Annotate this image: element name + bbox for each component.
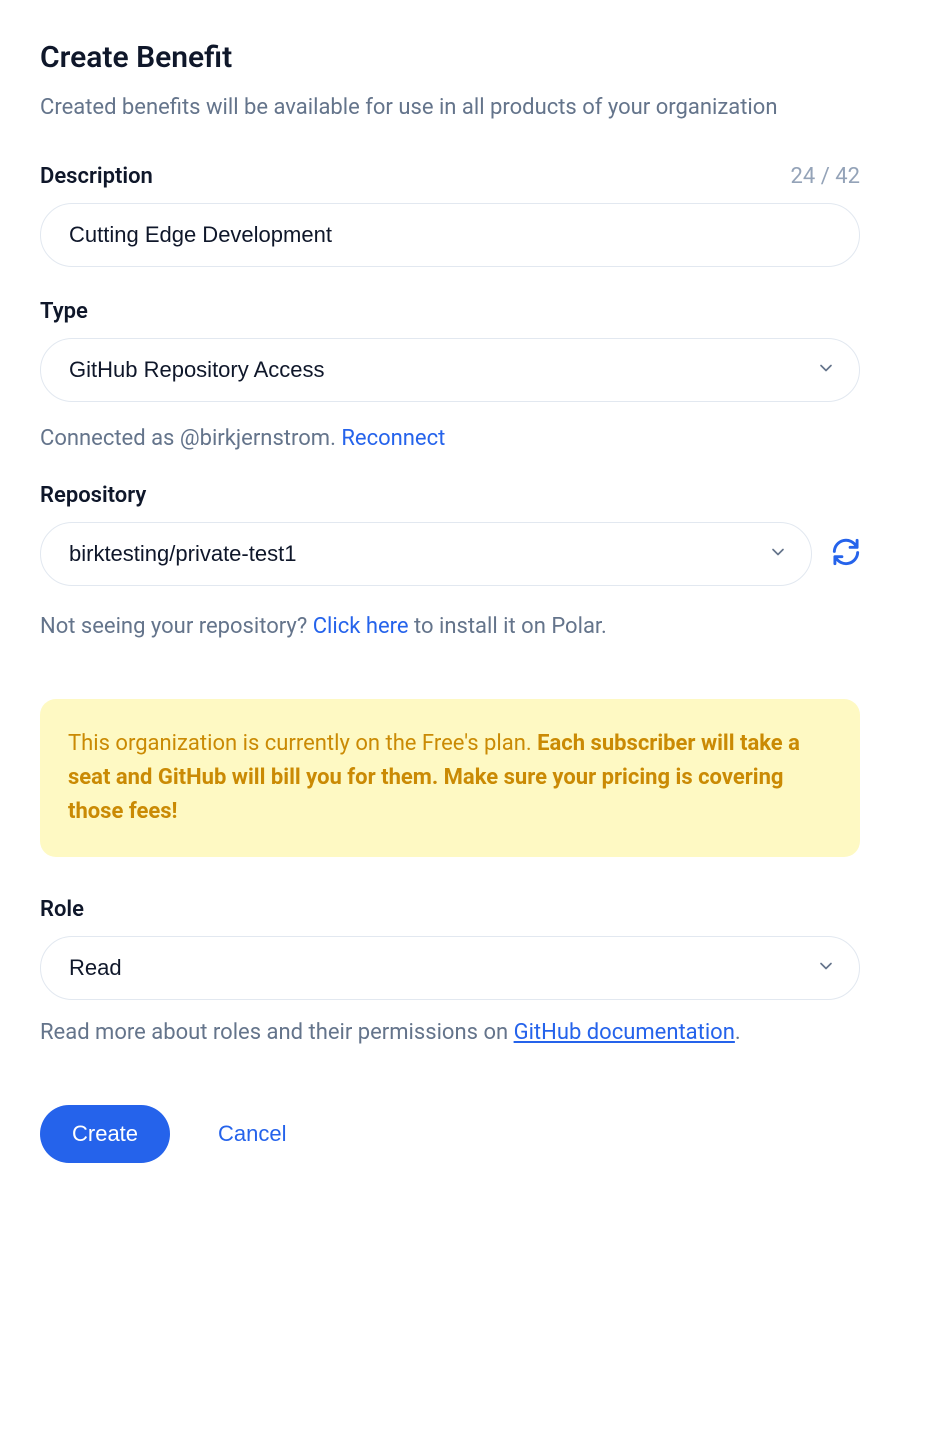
repository-field-group: Repository birktesting/private-test1 Not… bbox=[40, 483, 860, 643]
description-label: Description bbox=[40, 164, 153, 189]
role-helper-prefix: Read more about roles and their permissi… bbox=[40, 1020, 514, 1045]
repository-helper: Not seeing your repository? Click here t… bbox=[40, 610, 860, 643]
refresh-icon[interactable] bbox=[832, 538, 860, 570]
install-link[interactable]: Click here bbox=[313, 614, 409, 639]
github-docs-link[interactable]: GitHub documentation bbox=[514, 1020, 735, 1045]
action-buttons: Create Cancel bbox=[40, 1105, 860, 1163]
type-select[interactable]: GitHub Repository Access bbox=[40, 338, 860, 402]
warning-text-normal: This organization is currently on the Fr… bbox=[68, 731, 537, 756]
role-label: Role bbox=[40, 897, 84, 922]
description-char-count: 24 / 42 bbox=[791, 164, 860, 189]
type-label: Type bbox=[40, 299, 88, 324]
type-field-group: Type GitHub Repository Access Connected … bbox=[40, 299, 860, 451]
role-helper: Read more about roles and their permissi… bbox=[40, 1016, 860, 1049]
role-select[interactable]: Read bbox=[40, 936, 860, 1000]
role-helper-suffix: . bbox=[735, 1020, 741, 1045]
repository-helper-suffix: to install it on Polar. bbox=[409, 614, 607, 639]
warning-banner: This organization is currently on the Fr… bbox=[40, 699, 860, 857]
create-button[interactable]: Create bbox=[40, 1105, 170, 1163]
description-field-group: Description 24 / 42 bbox=[40, 164, 860, 267]
connection-text: Connected as @birkjernstrom. bbox=[40, 426, 341, 451]
description-input[interactable] bbox=[40, 203, 860, 267]
cancel-button[interactable]: Cancel bbox=[218, 1121, 286, 1147]
repository-helper-prefix: Not seeing your repository? bbox=[40, 614, 313, 639]
repository-label: Repository bbox=[40, 483, 146, 508]
role-field-group: Role Read Read more about roles and thei… bbox=[40, 897, 860, 1049]
connection-status: Connected as @birkjernstrom. Reconnect bbox=[40, 426, 860, 451]
repository-select[interactable]: birktesting/private-test1 bbox=[40, 522, 812, 586]
page-subtitle: Created benefits will be available for u… bbox=[40, 91, 860, 124]
page-title: Create Benefit bbox=[40, 40, 860, 75]
reconnect-link[interactable]: Reconnect bbox=[341, 426, 445, 451]
